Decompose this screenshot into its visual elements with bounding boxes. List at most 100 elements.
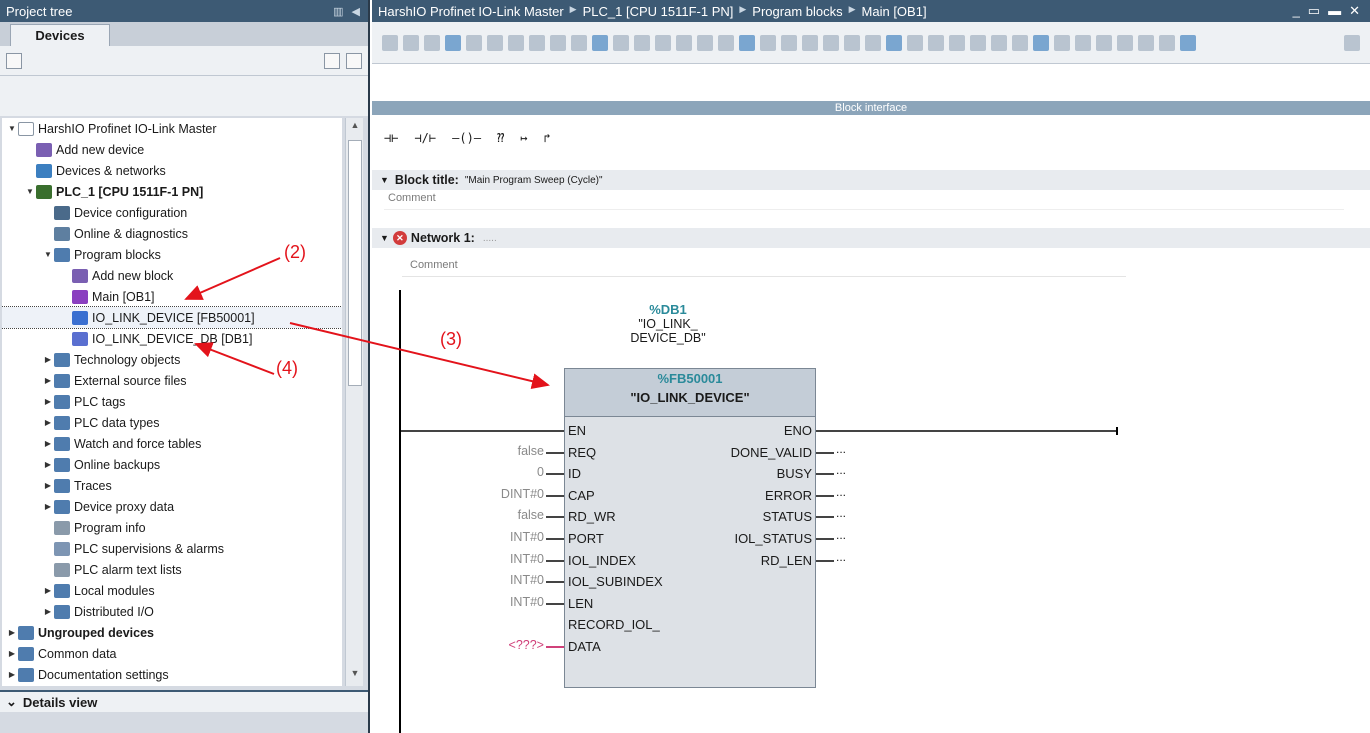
collapsed-triangle-icon[interactable]: ▶ <box>42 460 54 469</box>
close-icon[interactable]: ✕ <box>1349 3 1360 19</box>
expanded-triangle-icon[interactable]: ▼ <box>24 187 36 196</box>
fb-input-pin[interactable]: RD_WR <box>568 509 616 524</box>
collapsed-triangle-icon[interactable]: ▶ <box>6 670 18 679</box>
breadcrumb-plc[interactable]: PLC_1 [CPU 1511F-1 PN] <box>583 4 734 19</box>
toolbar-tool-icon[interactable] <box>1159 34 1175 51</box>
toolbar-tool-icon[interactable] <box>1033 34 1049 51</box>
collapsed-triangle-icon[interactable]: ▶ <box>6 649 18 658</box>
toolbar-tool-icon[interactable] <box>739 34 755 51</box>
fb-input-value[interactable]: INT#0 <box>444 552 544 566</box>
output-placeholder[interactable]: ... <box>836 463 846 477</box>
fb-input-pin[interactable]: REQ <box>568 445 596 460</box>
block-interface-bar[interactable]: Block interface <box>372 101 1370 115</box>
toolbar-tool-icon[interactable] <box>634 34 650 51</box>
toolbar-tool-icon[interactable] <box>592 34 608 51</box>
toolbar-tool-icon[interactable] <box>1180 34 1196 51</box>
details-view-header[interactable]: ⌄ Details view <box>0 690 368 712</box>
scroll-thumb[interactable] <box>348 140 362 386</box>
overview-icon[interactable] <box>324 52 340 69</box>
block-comment[interactable]: Comment <box>384 192 1344 210</box>
breadcrumb-project[interactable]: HarshIO Profinet IO-Link Master <box>378 4 564 19</box>
block-title-row[interactable]: ▼ Block title: "Main Program Sweep (Cycl… <box>372 170 1370 190</box>
toolbar-tool-icon[interactable] <box>886 34 902 51</box>
fb-input-pin[interactable]: IOL_SUBINDEX <box>568 574 663 589</box>
tree-scrollbar[interactable]: ▲ ▼ <box>345 118 363 686</box>
collapse-left-icon[interactable]: ◀ <box>352 5 360 18</box>
toolbar-tool-icon[interactable] <box>928 34 944 51</box>
tree-item[interactable]: Main [OB1] <box>2 286 342 307</box>
coil-icon[interactable]: –()– <box>452 131 481 145</box>
tree-item[interactable]: ▶ Documentation settings <box>2 664 342 685</box>
fb-output-pin[interactable]: STATUS <box>763 509 812 524</box>
toolbar-tool-icon[interactable] <box>865 34 881 51</box>
toolbar-tool-icon[interactable] <box>697 34 713 51</box>
breadcrumb-main[interactable]: Main [OB1] <box>862 4 927 19</box>
collapsed-triangle-icon[interactable]: ▶ <box>6 628 18 637</box>
fb-output-pin[interactable]: ERROR <box>765 488 812 503</box>
toolbar-tool-icon[interactable] <box>1075 34 1091 51</box>
tree-item[interactable]: ▶ PLC tags <box>2 391 342 412</box>
toolbar-tool-icon[interactable] <box>718 34 734 51</box>
tree-item[interactable]: Device configuration <box>2 202 342 223</box>
tree-item[interactable]: ▶ Online backups <box>2 454 342 475</box>
toolbar-tool-icon[interactable] <box>781 34 797 51</box>
collapse-triangle-icon[interactable]: ▼ <box>380 175 389 185</box>
collapsed-triangle-icon[interactable]: ▶ <box>42 502 54 511</box>
fb-input-pin[interactable]: EN <box>568 423 586 438</box>
output-placeholder[interactable]: ... <box>836 485 846 499</box>
fb-input-value[interactable]: 0 <box>444 465 544 479</box>
collapsed-triangle-icon[interactable]: ▶ <box>42 607 54 616</box>
fb-input-value[interactable]: DINT#0 <box>444 487 544 501</box>
output-placeholder[interactable]: ... <box>836 506 846 520</box>
fb-input-value[interactable]: INT#0 <box>444 530 544 544</box>
toolbar-tool-icon[interactable] <box>550 34 566 51</box>
contact-no-icon[interactable]: ⊣⊢ <box>384 131 398 145</box>
output-placeholder[interactable]: ... <box>836 550 846 564</box>
toolbar-tool-icon[interactable] <box>382 34 398 51</box>
collapsed-triangle-icon[interactable]: ▶ <box>42 355 54 364</box>
tree-item[interactable]: Program info <box>2 517 342 538</box>
toolbar-tool-icon[interactable] <box>907 34 923 51</box>
layout-icon[interactable]: ▥ <box>333 5 343 18</box>
network-row[interactable]: ▼ ✕ Network 1: ..... <box>372 228 1370 248</box>
fb-input-pin[interactable]: RECORD_IOL_ <box>568 617 660 632</box>
tree-item[interactable]: ▶ Watch and force tables <box>2 433 342 454</box>
toolbar-tool-icon[interactable] <box>655 34 671 51</box>
toolbar-tool-icon[interactable] <box>487 34 503 51</box>
fb-output-pin[interactable]: IOL_STATUS <box>734 531 812 546</box>
toolbar-tool-icon[interactable] <box>949 34 965 51</box>
tree-item[interactable]: Add new block <box>2 265 342 286</box>
fb-input-pin[interactable]: CAP <box>568 488 595 503</box>
tree-item[interactable]: Add new device <box>2 139 342 160</box>
collapsed-triangle-icon[interactable]: ▶ <box>42 586 54 595</box>
tree-item[interactable]: IO_LINK_DEVICE [FB50001] <box>2 306 342 329</box>
fb-input-value[interactable]: INT#0 <box>444 573 544 587</box>
tree-item[interactable]: ▶ Distributed I/O <box>2 601 342 622</box>
output-placeholder[interactable]: ... <box>836 442 846 456</box>
fb-output-pin[interactable]: RD_LEN <box>761 553 812 568</box>
tree-item[interactable]: PLC alarm text lists <box>2 559 342 580</box>
toolbar-tool-icon[interactable] <box>445 34 461 51</box>
collapsed-triangle-icon[interactable]: ▶ <box>42 439 54 448</box>
tree-item[interactable]: Online & diagnostics <box>2 223 342 244</box>
fb-input-pin[interactable]: LEN <box>568 596 593 611</box>
tree-item[interactable]: IO_LINK_DEVICE_DB [DB1] <box>2 328 342 349</box>
empty-box-icon[interactable]: ⁇ <box>497 131 504 145</box>
network-comment[interactable]: Comment <box>402 253 1126 277</box>
fb-input-value[interactable]: <???> <box>444 638 544 652</box>
toolbar-tool-icon[interactable] <box>529 34 545 51</box>
toolbar-tool-icon[interactable] <box>571 34 587 51</box>
tree-item[interactable]: ▼ PLC_1 [CPU 1511F-1 PN] <box>2 181 342 202</box>
toolbar-tool-icon[interactable] <box>676 34 692 51</box>
block-title-value[interactable]: "Main Program Sweep (Cycle)" <box>465 175 603 186</box>
contact-nc-icon[interactable]: ⊣/⊢ <box>414 131 436 145</box>
collapsed-triangle-icon[interactable]: ▶ <box>42 481 54 490</box>
toolbar-tool-icon[interactable] <box>1096 34 1112 51</box>
toolbar-tool-icon[interactable] <box>403 34 419 51</box>
expanded-triangle-icon[interactable]: ▼ <box>6 124 18 133</box>
tree-item[interactable]: Devices & networks <box>2 160 342 181</box>
export-icon[interactable] <box>346 52 362 69</box>
fb-input-pin[interactable]: ID <box>568 466 581 481</box>
tree-item[interactable]: ▶ Ungrouped devices <box>2 622 342 643</box>
toolbar-tool-icon[interactable] <box>844 34 860 51</box>
